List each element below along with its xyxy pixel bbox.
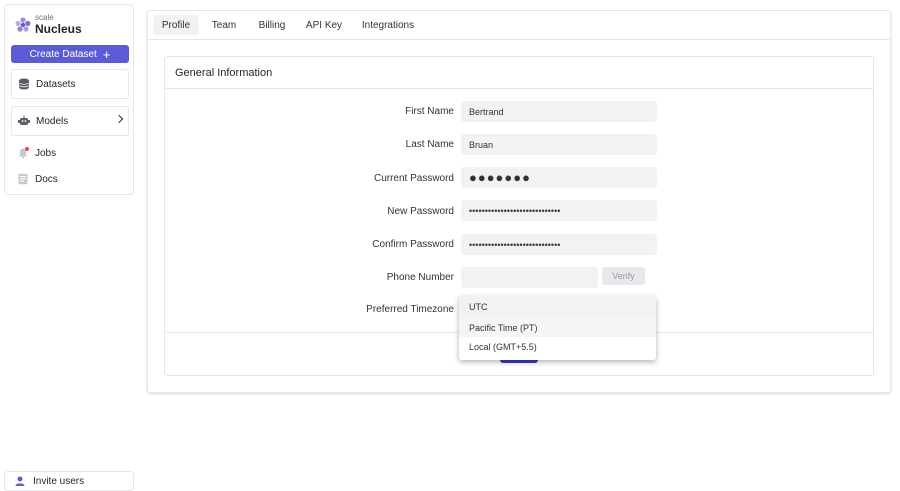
brand-name: Nucleus [35, 22, 82, 36]
robot-icon [18, 115, 30, 127]
tab-team[interactable]: Team [203, 15, 245, 35]
timezone-option-pacific[interactable]: Pacific Time (PT) [459, 318, 656, 337]
confirm-password-label: Confirm Password [372, 239, 454, 250]
plus-icon: + [102, 46, 111, 62]
brand-logo[interactable]: scale Nucleus [15, 14, 82, 35]
card-title: General Information [175, 67, 273, 79]
sidebar: scale Nucleus Create Dataset + Datasets … [4, 4, 134, 195]
invite-users-label: Invite users [33, 475, 85, 487]
phone-number-field[interactable] [461, 267, 598, 288]
sidebar-item-models[interactable]: Models [11, 106, 129, 136]
verify-button[interactable]: Verify [602, 267, 645, 285]
sidebar-item-datasets[interactable]: Datasets [11, 69, 129, 99]
tab-integrations[interactable]: Integrations [355, 15, 421, 35]
phone-number-label: Phone Number [386, 272, 454, 283]
timezone-dropdown: UTC Pacific Time (PT) Local (GMT+5.5) [459, 296, 656, 360]
sidebar-item-label: Models [36, 115, 69, 127]
sidebar-item-jobs[interactable]: Jobs [11, 143, 129, 163]
settings-tabs: Profile Team Billing API Key Integration… [148, 11, 890, 40]
create-dataset-button[interactable]: Create Dataset + [11, 45, 129, 63]
database-icon [18, 78, 30, 90]
tab-profile[interactable]: Profile [153, 15, 199, 35]
brand-small: scale [35, 13, 54, 22]
invite-users-button[interactable]: Invite users [4, 471, 134, 491]
timezone-option-local[interactable]: Local (GMT+5.5) [459, 337, 656, 356]
create-dataset-label: Create Dataset [29, 48, 97, 60]
preferred-timezone-label: Preferred Timezone [366, 304, 454, 315]
new-password-label: New Password [387, 206, 454, 217]
nucleus-logo-icon [15, 16, 31, 32]
tab-api-key[interactable]: API Key [300, 15, 348, 35]
sidebar-item-label: Docs [35, 173, 58, 185]
document-icon [17, 173, 29, 185]
timezone-option-utc[interactable]: UTC [459, 296, 656, 318]
chevron-right-icon [114, 114, 124, 124]
sidebar-item-docs[interactable]: Docs [11, 169, 129, 189]
sidebar-item-label: Jobs [35, 147, 57, 159]
tab-billing[interactable]: Billing [251, 15, 293, 35]
first-name-field[interactable]: Bertrand [461, 101, 657, 122]
bell-icon [17, 147, 29, 159]
add-user-icon [15, 475, 27, 487]
current-password-label: Current Password [373, 173, 454, 184]
last-name-field[interactable]: Bruan [461, 134, 657, 155]
confirm-password-field[interactable]: ••••••••••••••••••••••••••••• [461, 234, 657, 255]
current-password-field[interactable]: ●●●●●●● [461, 167, 657, 188]
last-name-label: Last Name [405, 139, 454, 150]
first-name-label: First Name [405, 106, 454, 117]
divider [165, 88, 873, 89]
sidebar-item-label: Datasets [36, 78, 76, 90]
new-password-field[interactable]: ••••••••••••••••••••••••••••• [461, 200, 657, 221]
